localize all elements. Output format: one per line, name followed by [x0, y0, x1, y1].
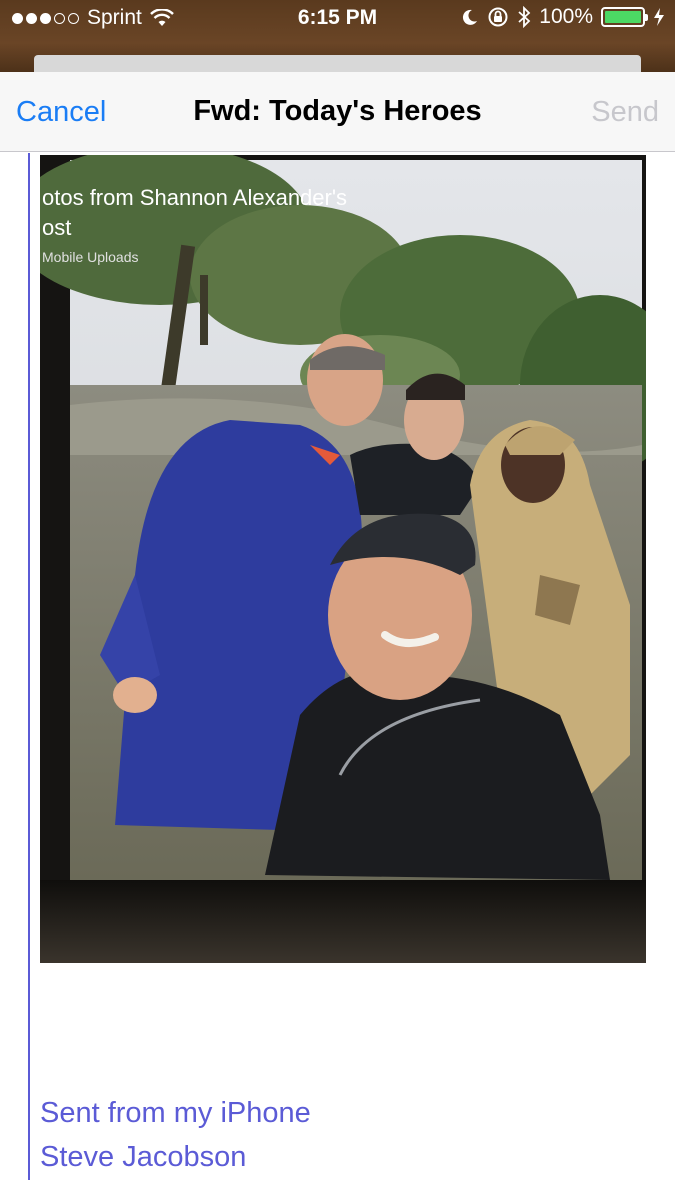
photo-caption-2: ost: [42, 215, 71, 240]
bluetooth-icon: [518, 6, 531, 28]
photo-image: otos from Shannon Alexander's ost Mobile…: [40, 155, 646, 963]
moon-icon: [463, 9, 478, 25]
send-button[interactable]: Send: [591, 96, 659, 129]
quote-bar: [28, 153, 30, 1180]
rotation-lock-icon: [488, 7, 508, 27]
photo-caption-1: otos from Shannon Alexander's: [42, 185, 347, 210]
charging-bolt-icon: [654, 8, 664, 26]
signature-line-1: Sent from my iPhone: [40, 1097, 311, 1129]
attached-photo[interactable]: otos from Shannon Alexander's ost Mobile…: [40, 155, 646, 963]
cancel-button[interactable]: Cancel: [16, 96, 106, 129]
battery-percent: 100%: [539, 5, 593, 28]
battery-icon: [601, 7, 648, 27]
compose-nav-bar: Cancel Fwd: Today's Heroes Send: [0, 72, 675, 152]
status-icons: 100%: [461, 5, 665, 29]
photo-caption-3: Mobile Uploads: [42, 249, 139, 265]
signature-line-2: Steve Jacobson: [40, 1141, 247, 1173]
